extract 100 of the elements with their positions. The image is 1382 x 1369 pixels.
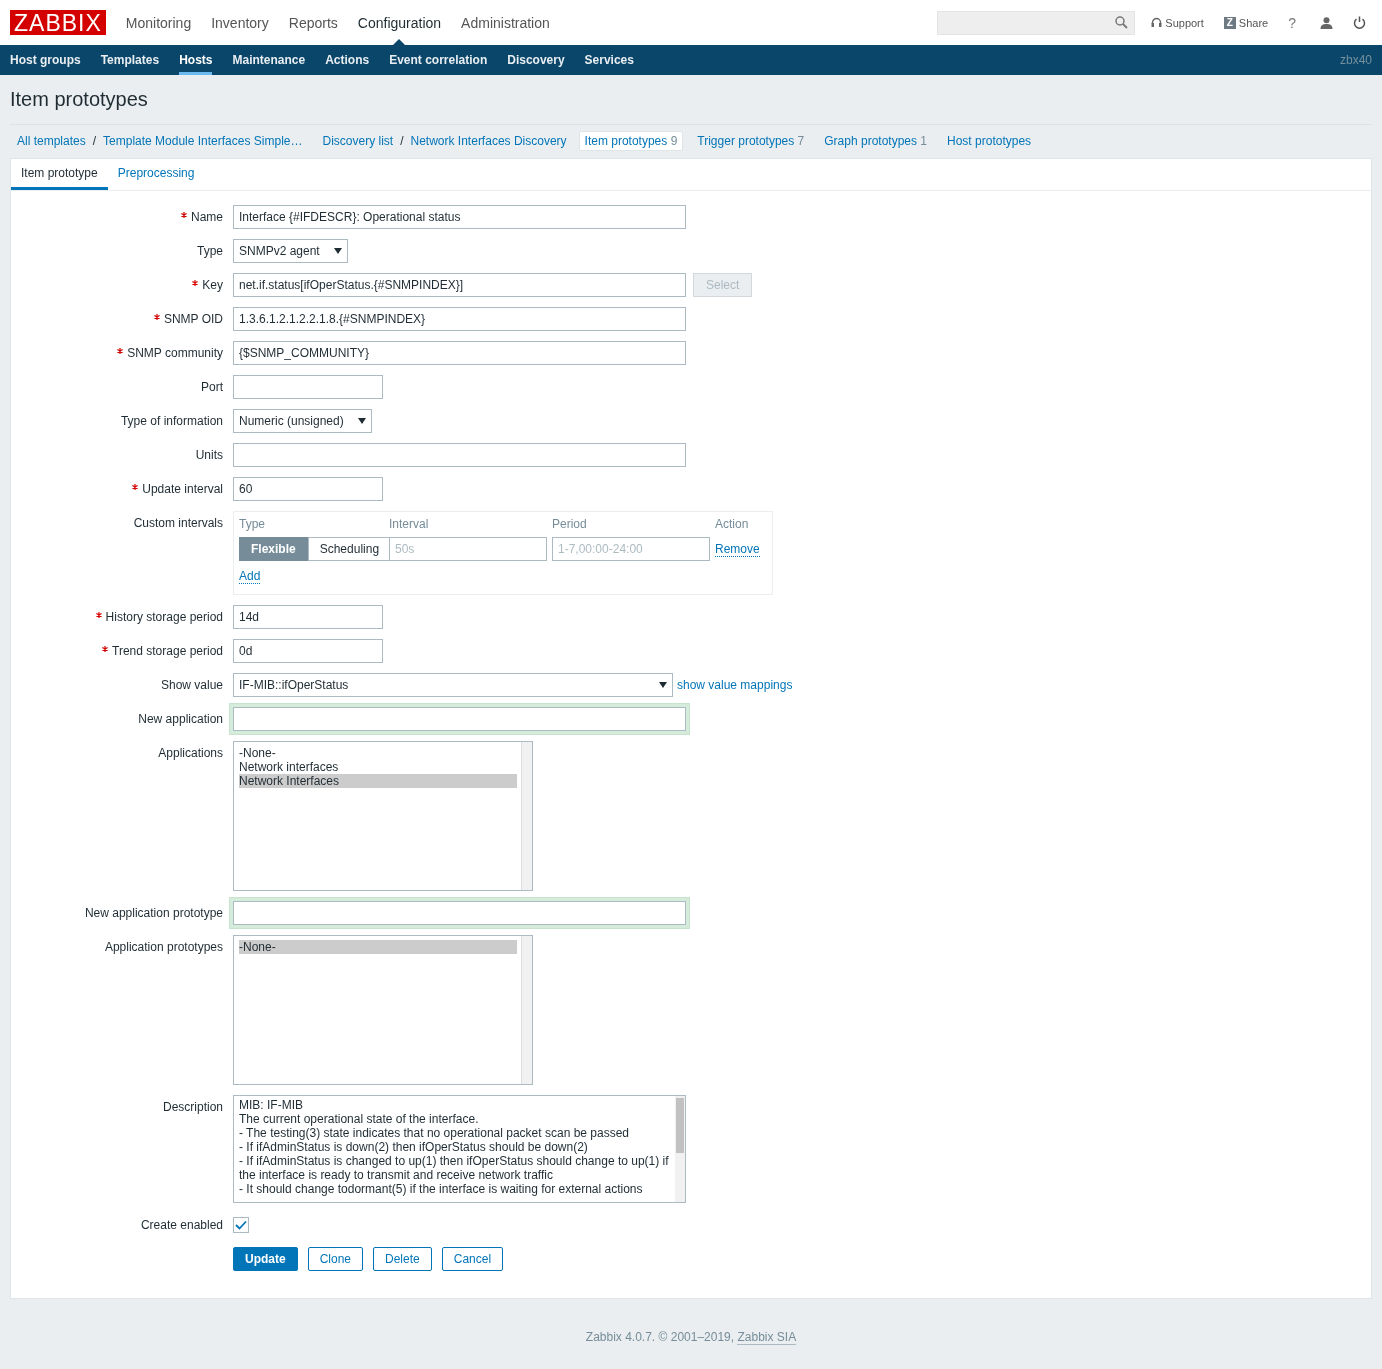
- list-option[interactable]: Network Interfaces: [239, 774, 517, 788]
- submenu-item[interactable]: Services: [584, 45, 634, 75]
- text-field[interactable]: 0d: [233, 639, 383, 663]
- scrollbar[interactable]: [521, 936, 532, 1084]
- dropdown[interactable]: SNMPv2 agent: [233, 239, 348, 263]
- field-label: SNMP community: [127, 345, 223, 362]
- field-label: Update interval: [142, 481, 223, 498]
- list-option[interactable]: Network interfaces: [239, 760, 517, 774]
- help-link[interactable]: ?: [1288, 14, 1296, 31]
- field-label: Port: [201, 379, 223, 396]
- section-tab[interactable]: Trigger prototypes 7: [691, 131, 811, 151]
- search-icon[interactable]: [1115, 16, 1129, 29]
- mappings-link[interactable]: show value mappings: [677, 678, 793, 692]
- scrollbar[interactable]: [521, 742, 532, 890]
- add-link[interactable]: Add: [239, 569, 261, 584]
- field-label: New application: [138, 711, 223, 728]
- scrollbar-thumb[interactable]: [676, 1098, 684, 1153]
- list-option[interactable]: -None-: [239, 940, 517, 954]
- period-field[interactable]: 1-7,00:00-24:00: [552, 537, 710, 561]
- user-icon[interactable]: [1320, 16, 1333, 29]
- field-label: Units: [195, 447, 223, 464]
- asterisk-icon: [95, 612, 102, 618]
- action-button[interactable]: Cancel: [441, 1247, 504, 1271]
- submenu-item[interactable]: Discovery: [507, 45, 565, 75]
- action-button[interactable]: Clone: [307, 1247, 364, 1271]
- column-header: Interval: [389, 517, 430, 531]
- breadcrumb-link[interactable]: Network Interfaces Discovery: [410, 134, 567, 148]
- asterisk-icon: [192, 280, 199, 286]
- text-field[interactable]: [233, 443, 686, 467]
- text-field[interactable]: net.if.status[ifOperStatus.{#SNMPINDEX}]: [233, 273, 686, 297]
- page-title: Item prototypes: [9, 87, 149, 112]
- support-link[interactable]: Support: [1151, 16, 1204, 29]
- highlighted-field[interactable]: [229, 897, 690, 929]
- dropdown-arrow-icon: [333, 248, 342, 254]
- copyright-text: Zabbix 4.0.7. © 2001–2019,: [585, 1330, 736, 1344]
- breadcrumb-link[interactable]: All templates: [17, 134, 86, 148]
- field-label: SNMP OID: [163, 311, 223, 328]
- action-button[interactable]: Update: [233, 1247, 298, 1271]
- asterisk-icon: [132, 484, 139, 490]
- field-label: Type: [197, 243, 223, 260]
- submenu-item[interactable]: Templates: [100, 45, 160, 75]
- remove-link[interactable]: Remove: [715, 541, 760, 557]
- dropdown-arrow-icon: [659, 682, 667, 688]
- asterisk-icon: [117, 348, 124, 354]
- field-label: Key: [202, 277, 223, 294]
- logo[interactable]: ZABBIX: [10, 10, 106, 35]
- share-link[interactable]: Z Share: [1223, 16, 1269, 29]
- search-field[interactable]: [937, 10, 1136, 35]
- breadcrumb-link[interactable]: Template Module Interfaces Simple…: [103, 134, 303, 148]
- dropdown-arrow-icon: [357, 418, 366, 424]
- section-tab[interactable]: Graph prototypes 1: [818, 131, 934, 151]
- field-label: Name: [191, 209, 223, 226]
- headset-icon: [1151, 17, 1163, 28]
- dropdown[interactable]: IF-MIB::ifOperStatus: [233, 673, 673, 697]
- mode-toggle[interactable]: Scheduling: [307, 537, 392, 561]
- submenu-item[interactable]: Event correlation: [389, 45, 488, 75]
- breadcrumb-separator: /: [400, 134, 404, 148]
- text-field[interactable]: [233, 375, 383, 399]
- interval-field[interactable]: 50s: [389, 537, 547, 561]
- dropdown[interactable]: Numeric (unsigned): [233, 409, 372, 433]
- checkbox[interactable]: [233, 1217, 249, 1233]
- section-tab[interactable]: Item prototypes 9: [578, 131, 684, 151]
- field-label: Show value: [160, 677, 223, 694]
- column-header: Action: [715, 517, 750, 531]
- field-label: Trend storage period: [112, 643, 223, 660]
- menu-item[interactable]: Administration: [461, 14, 550, 31]
- asterisk-icon: [181, 212, 187, 218]
- highlighted-field[interactable]: [229, 703, 690, 735]
- text-field[interactable]: {$SNMP_COMMUNITY}: [233, 341, 686, 365]
- list-box[interactable]: -None-: [233, 935, 533, 1085]
- text-field[interactable]: Interface {#IFDESCR}: Operational status: [233, 205, 686, 229]
- list-box[interactable]: -None- Network interfaces Network Interfaces: [233, 741, 533, 891]
- submenu-item[interactable]: Host groups: [10, 45, 81, 75]
- submenu-item[interactable]: Actions: [325, 45, 370, 75]
- list-option[interactable]: -None-: [239, 746, 517, 760]
- field-label: Application prototypes: [104, 939, 223, 956]
- asterisk-icon: [153, 314, 160, 320]
- field-label: History storage period: [105, 609, 223, 626]
- field-label: Create enabled: [140, 1217, 223, 1234]
- column-header: Type: [239, 517, 266, 531]
- text-field[interactable]: 14d: [233, 605, 383, 629]
- action-button[interactable]: Delete: [373, 1247, 432, 1271]
- form-tab[interactable]: Preprocessing: [107, 159, 205, 190]
- breadcrumb-link[interactable]: Discovery list: [322, 134, 394, 148]
- text-field[interactable]: 1.3.6.1.2.1.2.2.1.8.{#SNMPINDEX}: [233, 307, 686, 331]
- power-icon[interactable]: [1353, 16, 1366, 29]
- asterisk-icon: [102, 646, 109, 652]
- section-tab[interactable]: Host prototypes: [941, 131, 1038, 151]
- submenu-item[interactable]: Hosts: [179, 45, 213, 75]
- menu-item[interactable]: Inventory: [211, 14, 269, 31]
- column-header: Period: [552, 517, 588, 531]
- menu-item[interactable]: Monitoring: [125, 14, 192, 31]
- field-label: Applications: [158, 745, 223, 762]
- field-label: Type of information: [120, 413, 223, 430]
- menu-item[interactable]: Reports: [288, 14, 338, 31]
- submenu-item[interactable]: Maintenance: [232, 45, 306, 75]
- field-label: Description: [162, 1099, 223, 1116]
- text-field[interactable]: 60: [233, 477, 383, 501]
- form-tab[interactable]: Item prototype: [11, 159, 108, 190]
- server-name: zbx40: [1339, 53, 1372, 67]
